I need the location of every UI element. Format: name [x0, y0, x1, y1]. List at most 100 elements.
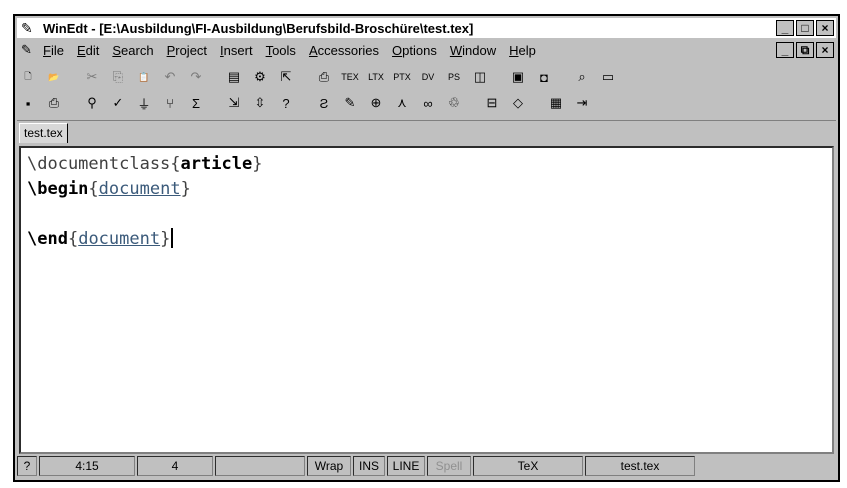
- pdftex-icon[interactable]: PTX: [391, 66, 413, 88]
- menu-label-rest: dit: [85, 42, 100, 58]
- dvips-icon[interactable]: PS: [443, 66, 465, 88]
- save-icon[interactable]: ▪: [17, 92, 39, 114]
- menu-tools[interactable]: Tools: [266, 43, 296, 58]
- menu-label-rest: indow: [462, 42, 497, 58]
- menu-project[interactable]: Project: [167, 43, 207, 58]
- status-ins: INS: [353, 456, 385, 476]
- secondary-toolbar: ▪ ⎙ ⚲ ✓ ⏚ ⑂ Σ ⇲ ⇳? Ƨ ✎ ⊕ ⋏ ∞ ♲ ⊟ ◇ ▦ ⇥: [17, 90, 836, 116]
- menu-label-rest: ccessories: [317, 42, 380, 58]
- tab-test-tex[interactable]: test.tex: [19, 123, 68, 143]
- doc-restore-button[interactable]: ⧉: [796, 42, 814, 58]
- binoculars-icon[interactable]: ∞: [417, 92, 439, 114]
- copy-icon[interactable]: ⎘: [107, 66, 129, 88]
- editor-line[interactable]: \begin{document}: [27, 177, 826, 202]
- print-icon[interactable]: ⎙: [43, 92, 65, 114]
- menu-edit[interactable]: Edit: [77, 43, 99, 58]
- open-project-icon[interactable]: ⇲: [223, 92, 245, 114]
- menu-file[interactable]: File: [43, 43, 64, 58]
- winedt-logo-icon: ✎: [21, 20, 33, 36]
- menu-label-rest: ools: [272, 42, 296, 58]
- document-tabs: test.tex: [17, 120, 836, 145]
- code-token: {: [88, 179, 99, 199]
- menu-label-rest: elp: [518, 42, 536, 58]
- help-icon[interactable]: ?: [275, 92, 297, 114]
- close-project-icon[interactable]: ⇳: [249, 92, 271, 114]
- view-icon[interactable]: ◫: [469, 66, 491, 88]
- doc-minimize-button[interactable]: _: [776, 42, 794, 58]
- menu-insert[interactable]: Insert: [220, 43, 253, 58]
- macro-icon[interactable]: ✎: [339, 92, 361, 114]
- open-file-icon[interactable]: 📂: [43, 66, 65, 88]
- menu-accelerator: S: [112, 42, 122, 58]
- new-file-icon[interactable]: 🗋: [17, 66, 39, 88]
- menu-accelerator: P: [166, 42, 176, 58]
- compile-icon[interactable]: ⎙: [313, 66, 335, 88]
- menu-help[interactable]: Help: [509, 43, 536, 58]
- monitor-icon[interactable]: ▭: [597, 66, 619, 88]
- filter-icon[interactable]: ⏚: [133, 92, 155, 114]
- document-icon[interactable]: ▤: [223, 66, 245, 88]
- menu-search[interactable]: Search: [112, 43, 153, 58]
- export-icon[interactable]: ⇱: [275, 66, 297, 88]
- table-icon[interactable]: ▦: [545, 92, 567, 114]
- bibtex-icon[interactable]: ▣: [507, 66, 529, 88]
- status-mode: TeX: [473, 456, 583, 476]
- maximize-button[interactable]: □: [796, 20, 814, 36]
- status-bar: ? 4:15 4 Wrap INS LINE Spell TeX test.tex: [17, 456, 836, 478]
- search-replace-icon[interactable]: Ƨ: [313, 92, 335, 114]
- tex-icon[interactable]: TEX: [339, 66, 361, 88]
- menu-label-rest: roject: [175, 42, 208, 58]
- menu-accelerator: H: [509, 42, 519, 58]
- close-button[interactable]: ×: [816, 20, 834, 36]
- editor-line[interactable]: [27, 202, 826, 227]
- paste-icon[interactable]: 📋: [133, 66, 155, 88]
- zoom-icon[interactable]: ⌕: [571, 66, 593, 88]
- menu-accessories[interactable]: Accessories: [309, 43, 379, 58]
- find-icon[interactable]: ⚲: [81, 92, 103, 114]
- spell-icon[interactable]: ✓: [107, 92, 129, 114]
- redo-icon[interactable]: ↷: [185, 66, 207, 88]
- code-token: }: [160, 229, 171, 249]
- code-token: document: [98, 179, 181, 199]
- status-help[interactable]: ?: [17, 456, 37, 476]
- editor-area[interactable]: \documentclass{article} \begin{document} …: [19, 146, 834, 454]
- status-line-mode: LINE: [387, 456, 425, 476]
- code-token: \begin: [27, 179, 89, 199]
- document-system-menu-icon[interactable]: ✎: [21, 42, 37, 58]
- camera-icon[interactable]: ◘: [533, 66, 555, 88]
- status-spell: Spell: [427, 456, 471, 476]
- exit-icon[interactable]: ⇥: [571, 92, 593, 114]
- magnify-icon[interactable]: ⊕: [365, 92, 387, 114]
- sigma-icon[interactable]: Σ: [185, 92, 207, 114]
- latex-icon[interactable]: LTX: [365, 66, 387, 88]
- code-token: {: [67, 229, 79, 249]
- doc-close-button[interactable]: ×: [816, 42, 834, 58]
- bookmark-icon[interactable]: ⊟: [481, 92, 503, 114]
- gear-icon[interactable]: ⚙: [249, 66, 271, 88]
- title-bar[interactable]: ✎ WinEdt - [E:\Ausbildung\FI-Ausbildung\…: [17, 18, 836, 38]
- status-position: 4:15: [39, 456, 135, 476]
- menu-accelerator: E: [76, 42, 86, 58]
- dvi-icon[interactable]: DV: [417, 66, 439, 88]
- code-token: document: [78, 229, 161, 249]
- trash-icon[interactable]: ♲: [443, 92, 465, 114]
- status-blank: [215, 456, 305, 476]
- undo-icon[interactable]: ↶: [159, 66, 181, 88]
- code-token: \documentclass: [27, 154, 171, 174]
- menu-window[interactable]: Window: [450, 43, 496, 58]
- window-title: WinEdt - [E:\Ausbildung\FI-Ausbildung\Be…: [43, 20, 474, 36]
- menu-label-rest: ile: [50, 42, 64, 58]
- cut-icon[interactable]: ✂: [81, 66, 103, 88]
- code-token: \end: [27, 229, 68, 249]
- status-file: test.tex: [585, 456, 695, 476]
- menu-bar: ✎ File Edit Search Project Insert Tools Access…: [17, 40, 836, 60]
- status-lines: 4: [137, 456, 213, 476]
- compass-icon[interactable]: ⋏: [391, 92, 413, 114]
- tree-icon[interactable]: ⑂: [159, 92, 181, 114]
- editor-line[interactable]: \end{document}: [27, 227, 826, 252]
- eraser-icon[interactable]: ◇: [507, 92, 529, 114]
- editor-line[interactable]: \documentclass{article}: [27, 152, 826, 177]
- minimize-button[interactable]: _: [776, 20, 794, 36]
- menu-options[interactable]: Options: [392, 43, 437, 58]
- code-token: }: [252, 154, 263, 174]
